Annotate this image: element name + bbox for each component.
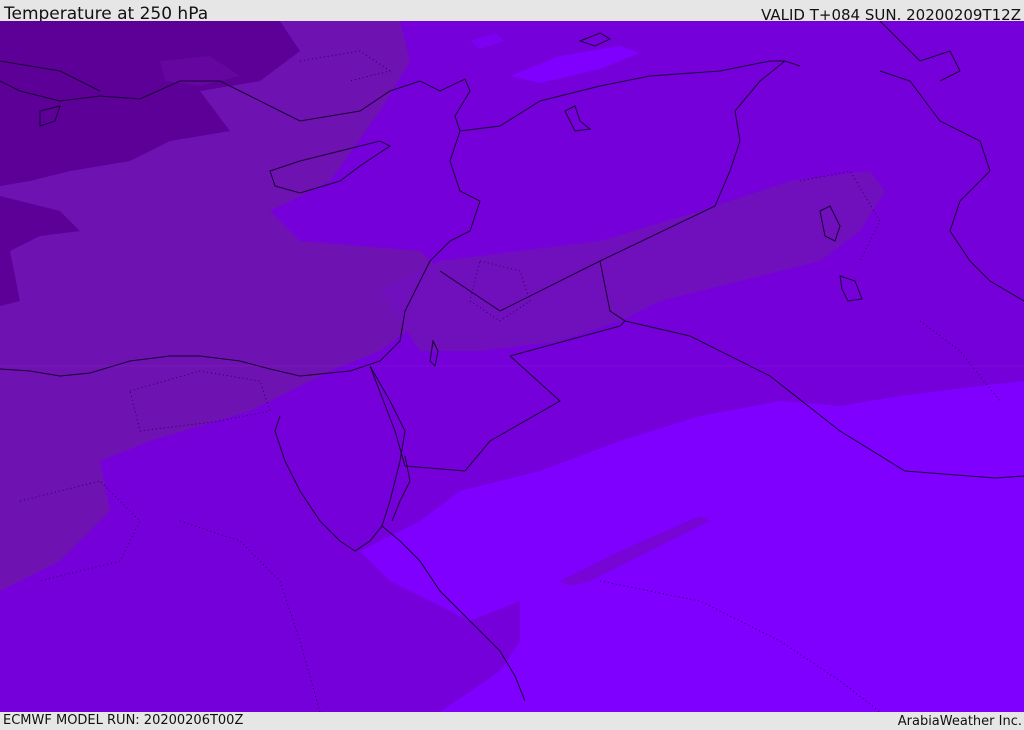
- header-bar: Temperature at 250 hPa VALID T+084 SUN. …: [0, 0, 1024, 24]
- weather-map[interactable]: [0, 21, 1024, 712]
- map-canvas: [0, 21, 1024, 712]
- credit-label: ArabiaWeather Inc.: [897, 714, 1022, 729]
- footer-bar: ECMWF MODEL RUN: 20200206T00Z ArabiaWeat…: [0, 712, 1024, 729]
- model-run-label: ECMWF MODEL RUN: 20200206T00Z: [3, 713, 244, 728]
